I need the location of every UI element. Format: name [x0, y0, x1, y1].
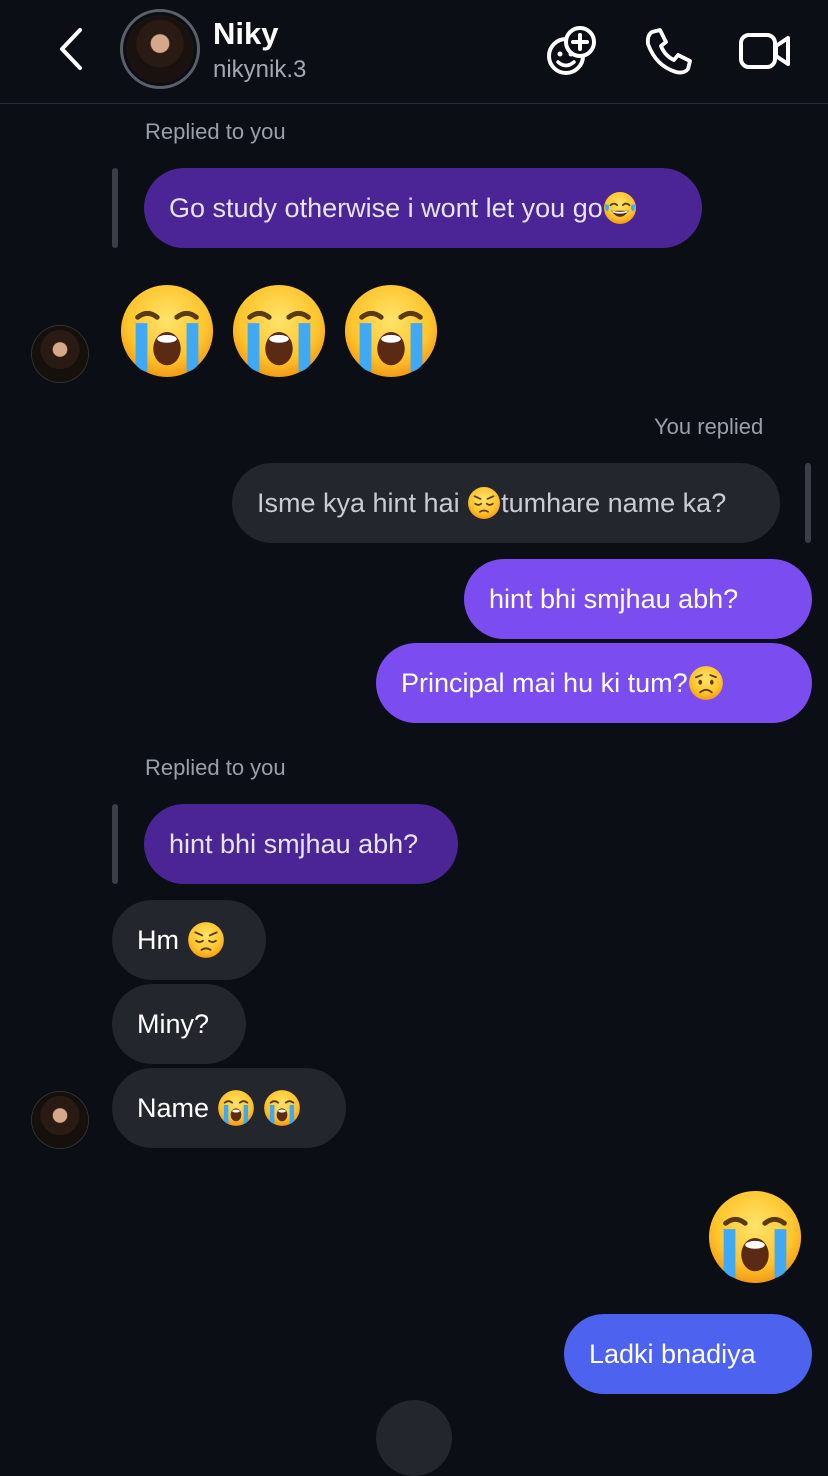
sticker-effects-icon[interactable]: [544, 24, 598, 78]
back-arrow-icon[interactable]: [52, 24, 92, 74]
scroll-to-bottom-button[interactable]: [376, 1400, 452, 1476]
loudly-crying-emoji: [217, 1089, 255, 1127]
received-message[interactable]: Name: [112, 1068, 346, 1148]
reply-label: You replied: [654, 414, 764, 439]
reply-label: Replied to you: [145, 119, 286, 144]
received-message[interactable]: Miny?: [112, 984, 246, 1064]
reply-indicator-bar: [112, 804, 118, 884]
sender-avatar[interactable]: [32, 326, 88, 382]
loudly-crying-emoji: [706, 1188, 804, 1286]
quoted-message[interactable]: hint bhi smjhau abh?: [144, 804, 458, 884]
reply-indicator-bar: [805, 463, 811, 543]
message-text: Miny?: [137, 1008, 210, 1039]
quoted-message-text: hint bhi smjhau abh?: [169, 828, 419, 859]
sent-message[interactable]: Ladki bnadiya: [564, 1314, 812, 1394]
loudly-crying-emoji: [118, 282, 216, 380]
contact-name[interactable]: Niky: [213, 16, 278, 52]
sent-message[interactable]: Principal mai hu ki tum?: [376, 643, 812, 723]
tears-of-joy-emoji: [603, 191, 637, 225]
phone-call-icon[interactable]: [642, 24, 696, 78]
message-text: Principal mai hu ki tum?: [401, 667, 688, 698]
message-text: Hm: [137, 924, 187, 955]
chat-header: Niky nikynik.3: [0, 0, 828, 104]
loudly-crying-emoji: [263, 1089, 301, 1127]
quoted-message-text: Go study otherwise i wont let you go: [169, 192, 603, 223]
sent-message[interactable]: hint bhi smjhau abh?: [464, 559, 812, 639]
loudly-crying-emoji: [342, 282, 440, 380]
loudly-crying-emoji: [230, 282, 328, 380]
received-message[interactable]: Hm: [112, 900, 266, 980]
message-text: Name: [137, 1092, 217, 1123]
worried-face-emoji: [688, 665, 724, 701]
video-call-icon[interactable]: [738, 24, 792, 78]
sender-avatar[interactable]: [32, 1092, 88, 1148]
quoted-message[interactable]: Go study otherwise i wont let you go: [144, 168, 702, 248]
quoted-message[interactable]: Isme kya hint hai tumhare name ka?: [232, 463, 780, 543]
pensive-face-emoji: [467, 486, 501, 520]
contact-username[interactable]: nikynik.3: [213, 56, 306, 84]
reply-label: Replied to you: [145, 755, 286, 780]
message-text: hint bhi smjhau abh?: [489, 583, 739, 614]
reply-indicator-bar: [112, 168, 118, 248]
message-text: Ladki bnadiya: [589, 1338, 756, 1369]
contact-avatar-image: [126, 15, 194, 83]
quoted-message-text-end: tumhare name ka?: [501, 487, 727, 518]
contact-avatar[interactable]: [120, 9, 200, 89]
quoted-message-text: Isme kya hint hai: [257, 487, 468, 518]
pensive-face-emoji: [187, 921, 225, 959]
